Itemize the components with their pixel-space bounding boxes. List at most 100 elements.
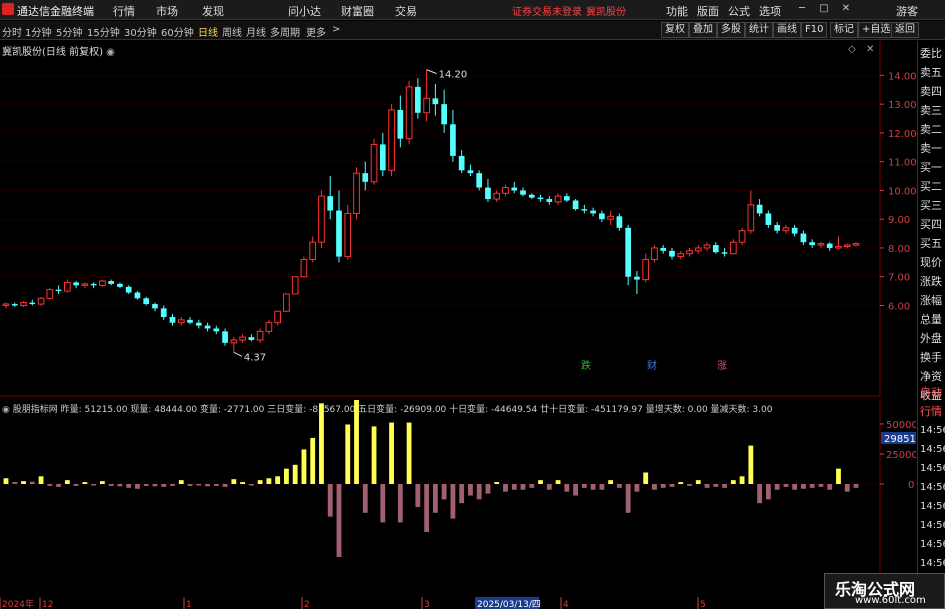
price-tick-label: 6.00 bbox=[888, 301, 910, 312]
menu-formula[interactable]: 公式 bbox=[728, 3, 750, 19]
candle-body bbox=[458, 155, 465, 171]
menu-item-ask[interactable]: 问小达 bbox=[288, 3, 321, 19]
candle-body bbox=[826, 243, 833, 248]
menu-item-markets[interactable]: 市场 bbox=[156, 3, 178, 19]
menu-item-discover[interactable]: 发现 bbox=[202, 3, 224, 19]
tab-timeline[interactable]: 分时 bbox=[2, 24, 22, 39]
candle-body bbox=[686, 250, 693, 255]
tab-weekly[interactable]: 周线 bbox=[222, 24, 242, 39]
tab-daily[interactable]: 日线 bbox=[198, 24, 218, 39]
overlay-button[interactable]: 叠加 bbox=[689, 22, 717, 38]
diamond-icon[interactable]: ◇ bbox=[848, 44, 856, 55]
adjust-button[interactable]: 复权 bbox=[661, 22, 689, 38]
volume-indicator-chart[interactable]: 50000 25000 0 29851 bbox=[0, 400, 916, 596]
volume-bar bbox=[722, 484, 727, 488]
volume-bar bbox=[284, 468, 289, 484]
menu-item-trade[interactable]: 交易 bbox=[395, 3, 417, 19]
volume-bar bbox=[82, 482, 88, 484]
menu-function[interactable]: 功能 bbox=[666, 3, 688, 19]
candle-body bbox=[642, 258, 650, 281]
menu-item-wealth[interactable]: 财富圈 bbox=[341, 3, 374, 19]
f10-button[interactable]: F10 bbox=[801, 22, 828, 38]
tab-60min[interactable]: 60分钟 bbox=[161, 24, 194, 39]
volume-bar bbox=[248, 484, 254, 486]
volume-bar bbox=[319, 403, 324, 484]
tab-multi-period[interactable]: 多周期 bbox=[270, 24, 300, 39]
candle-body bbox=[99, 280, 106, 286]
candle-body bbox=[265, 322, 273, 332]
tab-monthly[interactable]: 月线 bbox=[246, 24, 266, 39]
volume-bar bbox=[12, 482, 18, 484]
candle-body bbox=[843, 244, 851, 248]
quote-field-label: 卖五 bbox=[920, 66, 942, 79]
candle-body bbox=[485, 187, 491, 200]
high-label-arrow bbox=[426, 69, 437, 75]
candle-body bbox=[379, 144, 386, 171]
candle-body bbox=[397, 109, 404, 139]
candle-body bbox=[599, 213, 605, 220]
volume-bar bbox=[362, 484, 368, 513]
candle-body bbox=[651, 247, 658, 260]
volume-bar bbox=[836, 468, 841, 484]
chevron-down-icon[interactable]: ◉ bbox=[106, 47, 115, 58]
price-tick-label: 7.00 bbox=[888, 273, 910, 284]
volume-bar bbox=[468, 484, 473, 496]
volume-bar bbox=[643, 472, 649, 484]
quote-field-label: 涨跌 bbox=[920, 275, 942, 288]
volume-bar bbox=[573, 484, 578, 496]
tab-30min[interactable]: 30分钟 bbox=[124, 24, 157, 39]
candle-body bbox=[694, 247, 702, 252]
menu-layout[interactable]: 版面 bbox=[697, 3, 719, 19]
volume-bar bbox=[73, 484, 79, 486]
kline-chart[interactable]: 14.00 13.00 12.00 11.00 10.00 9.00 8.00 7.00 6.0… bbox=[0, 41, 916, 397]
candle-body bbox=[204, 325, 211, 329]
auto-quote-label[interactable]: 自动 bbox=[920, 384, 942, 402]
volume-bar bbox=[380, 484, 386, 523]
volume-bar bbox=[625, 484, 631, 513]
menu-item-market[interactable]: 行情 bbox=[113, 3, 135, 19]
tab-15min[interactable]: 15分钟 bbox=[87, 24, 120, 39]
volume-bar bbox=[152, 484, 158, 487]
candle-body bbox=[747, 204, 755, 232]
indicator-tick-label: 0 bbox=[908, 480, 914, 491]
candle-body bbox=[81, 283, 89, 286]
volume-bar bbox=[581, 484, 587, 488]
menu-options[interactable]: 选项 bbox=[759, 3, 781, 19]
draw-line-button[interactable]: 画线 bbox=[773, 22, 801, 38]
quote-field-label: 卖一 bbox=[920, 142, 942, 155]
volume-bar bbox=[739, 476, 745, 484]
back-button[interactable]: 返回 bbox=[891, 22, 919, 38]
candle-body bbox=[256, 330, 264, 341]
auto-quote-label[interactable]: 行情 bbox=[920, 403, 942, 421]
maximize-icon[interactable]: □ bbox=[818, 3, 830, 15]
date-label: 12 bbox=[42, 600, 53, 609]
volume-bar bbox=[774, 484, 780, 490]
volume-bar bbox=[99, 481, 105, 484]
volume-bar bbox=[599, 484, 605, 490]
multi-stock-button[interactable]: 多股 bbox=[717, 22, 745, 38]
guest-label[interactable]: 游客 bbox=[896, 3, 918, 19]
tab-1min[interactable]: 1分钟 bbox=[25, 24, 51, 39]
tab-5min[interactable]: 5分钟 bbox=[56, 24, 82, 39]
candle-body bbox=[721, 252, 728, 254]
mark-button[interactable]: 标记 bbox=[830, 22, 858, 38]
volume-bar bbox=[503, 484, 508, 492]
chevron-right-icon[interactable]: > bbox=[332, 24, 340, 35]
add-watchlist-button[interactable]: +自选 bbox=[858, 22, 895, 38]
candle-body bbox=[563, 196, 570, 201]
volume-bar bbox=[634, 484, 640, 492]
quote-field-label: 卖三 bbox=[920, 104, 942, 117]
stats-button[interactable]: 统计 bbox=[745, 22, 773, 38]
close-chart-icon[interactable]: ✕ bbox=[866, 44, 874, 55]
volume-bar bbox=[730, 480, 736, 484]
candle-body bbox=[729, 241, 737, 255]
minimize-icon[interactable]: ─ bbox=[796, 3, 808, 15]
quote-field-label: 换手 bbox=[920, 351, 942, 364]
tab-more[interactable]: 更多 bbox=[306, 24, 326, 39]
candle-body bbox=[327, 196, 334, 211]
close-icon[interactable]: ✕ bbox=[840, 3, 852, 15]
volume-bar bbox=[126, 484, 132, 488]
app-title: 通达信金融终端 bbox=[17, 5, 94, 18]
app-logo-icon bbox=[2, 3, 14, 15]
volume-bar bbox=[21, 481, 26, 484]
